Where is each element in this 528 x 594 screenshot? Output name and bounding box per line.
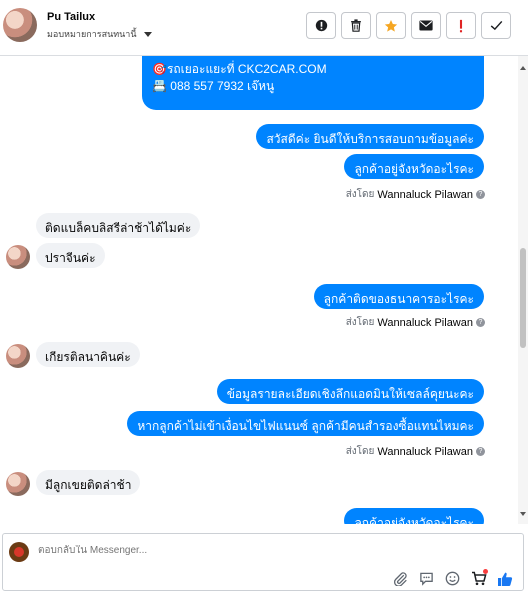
- incoming-message: มีลูกเขยติดล่าช้า: [36, 470, 141, 495]
- outgoing-message: ลูกค้าอยู่จังหวัดอะไรคะ: [344, 508, 484, 524]
- contact-avatar[interactable]: [6, 472, 30, 496]
- mark-unread-button[interactable]: [411, 12, 441, 39]
- message-thread[interactable]: 🎯รถเยอะแยะที่ CKC2CAR.COM 📇 088 557 7932…: [0, 56, 518, 524]
- check-icon: [490, 20, 502, 31]
- info-icon[interactable]: ?: [476, 447, 485, 456]
- contact-avatar[interactable]: [3, 8, 37, 42]
- caret-down-icon: [143, 31, 152, 37]
- outgoing-message: ลูกค้าติดของธนาคารอะไรคะ: [313, 284, 484, 309]
- chat-scrollbar[interactable]: [518, 56, 528, 524]
- incoming-message: เกียรติลนาคินค่ะ: [36, 342, 140, 367]
- like-button[interactable]: [496, 570, 513, 587]
- incoming-message: ติดแบล็คบลิสรีล่าช้าได้ไมค่ะ: [36, 213, 201, 238]
- sent-by-prefix: ส่งโดย: [345, 446, 375, 457]
- outgoing-message: หากลูกค้าไม่เข้าเงื่อนไขไฟแนนซ์ ลูกค้ามี…: [127, 411, 484, 436]
- outgoing-message: ข้อมูลรายละเอียดเชิงลึกแอดมินให้เซลล์คุย…: [216, 379, 484, 404]
- conversation-toolbar: [306, 12, 511, 39]
- sent-by-prefix: ส่งโดย: [345, 317, 375, 328]
- star-button[interactable]: [376, 12, 406, 39]
- composer-actions: [392, 569, 513, 587]
- paperclip-icon: [393, 572, 407, 586]
- alert-circle-icon: [315, 19, 327, 32]
- agent-name[interactable]: Wannaluck Pilawan: [377, 189, 473, 201]
- mail-icon: [419, 20, 433, 31]
- agent-name[interactable]: Wannaluck Pilawan: [377, 317, 473, 329]
- scroll-up-arrow-icon[interactable]: [520, 66, 526, 70]
- scrollbar-thumb[interactable]: [520, 248, 526, 348]
- smiley-icon: [445, 571, 460, 586]
- shop-button[interactable]: [470, 569, 488, 587]
- assign-conversation-dropdown[interactable]: มอบหมายการสนทนานี้: [47, 27, 152, 41]
- notification-dot: [483, 569, 488, 574]
- contact-avatar[interactable]: [6, 245, 30, 269]
- star-icon: [384, 19, 398, 32]
- thumbs-up-icon: [497, 572, 512, 586]
- sent-by-prefix: ส่งโดย: [345, 189, 375, 200]
- outgoing-message: ลูกค้าอยู่จังหวัดอะไรคะ: [344, 154, 484, 179]
- saved-replies-button[interactable]: [418, 570, 435, 587]
- attach-button[interactable]: [392, 570, 409, 587]
- outgoing-message: สวัสดีค่ะ ยินดีให้บริการสอบถามข้อมูลค่ะ: [256, 124, 484, 149]
- exclamation-icon: [459, 19, 463, 32]
- chat-bubble-icon: [420, 572, 433, 586]
- incoming-message: ปราจีนค่ะ: [36, 243, 105, 268]
- scroll-down-arrow-icon[interactable]: [520, 512, 526, 516]
- done-button[interactable]: [481, 12, 511, 39]
- conversation-header: Pu Tailux มอบหมายการสนทนานี้: [0, 0, 528, 56]
- message-line: 📇 088 557 7932 เจ๊หนู: [152, 79, 275, 93]
- sent-by-label: ส่งโดย Wannaluck Pilawan ?: [346, 444, 485, 459]
- delete-button[interactable]: [341, 12, 371, 39]
- emoji-button[interactable]: [444, 570, 461, 587]
- agent-name[interactable]: Wannaluck Pilawan: [377, 446, 473, 458]
- reply-input[interactable]: [38, 545, 338, 556]
- page-logo: [9, 542, 29, 562]
- contact-name[interactable]: Pu Tailux: [47, 11, 95, 23]
- sent-by-label: ส่งโดย Wannaluck Pilawan ?: [346, 187, 485, 202]
- assign-label: มอบหมายการสนทนานี้: [47, 29, 137, 39]
- spam-button[interactable]: [446, 12, 476, 39]
- outgoing-message: 🎯รถเยอะแยะที่ CKC2CAR.COM 📇 088 557 7932…: [142, 56, 484, 110]
- trash-icon: [351, 19, 361, 32]
- info-icon[interactable]: ?: [476, 190, 485, 199]
- reply-composer: [2, 533, 524, 591]
- sent-by-label: ส่งโดย Wannaluck Pilawan ?: [346, 315, 485, 330]
- alert-button[interactable]: [306, 12, 336, 39]
- contact-avatar[interactable]: [6, 344, 30, 368]
- info-icon[interactable]: ?: [476, 318, 485, 327]
